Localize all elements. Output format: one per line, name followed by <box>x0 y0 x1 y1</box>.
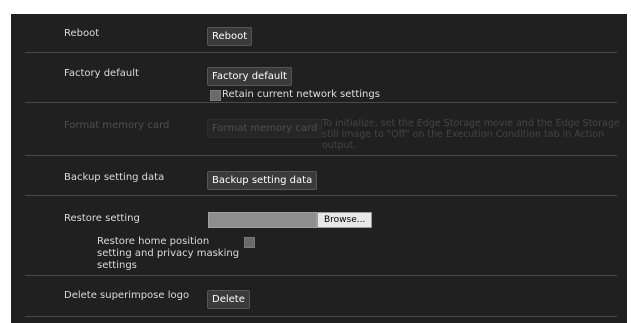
factory-default-label: Factory default <box>64 68 139 79</box>
restore-row: Restore setting Browse... Restore home p… <box>25 196 617 276</box>
reboot-button[interactable]: Reboot <box>207 27 253 46</box>
restore-home-position-checkbox[interactable] <box>244 237 255 248</box>
backup-row: Backup setting data Backup setting data <box>25 156 617 196</box>
delete-logo-button[interactable]: Delete <box>207 290 250 309</box>
restore-file-input[interactable] <box>208 212 317 228</box>
reboot-row: Reboot Reboot <box>25 14 617 53</box>
restore-home-position-label: Restore home position setting and privac… <box>97 236 240 271</box>
browse-button[interactable]: Browse... <box>317 212 373 228</box>
delete-logo-row: Delete superimpose logo Delete <box>25 276 617 317</box>
restore-label: Restore setting <box>64 213 140 224</box>
factory-default-button[interactable]: Factory default <box>207 67 292 86</box>
delete-logo-label: Delete superimpose logo <box>64 290 190 301</box>
backup-button[interactable]: Backup setting data <box>207 171 318 190</box>
settings-panel: Reboot Reboot Factory default Factory de… <box>11 14 627 323</box>
reboot-label: Reboot <box>64 28 100 39</box>
format-memory-card-row: Format memory card Format memory card To… <box>25 103 620 156</box>
retain-network-checkbox[interactable] <box>210 90 221 101</box>
backup-label: Backup setting data <box>64 172 165 183</box>
retain-network-label: Retain current network settings <box>222 89 380 100</box>
format-memory-card-label: Format memory card <box>64 120 170 131</box>
format-memory-card-note: To initialize, set the Edge Storage movi… <box>322 118 620 151</box>
factory-default-row: Factory default Factory default Retain c… <box>25 53 617 103</box>
format-memory-card-button[interactable]: Format memory card <box>207 119 323 138</box>
